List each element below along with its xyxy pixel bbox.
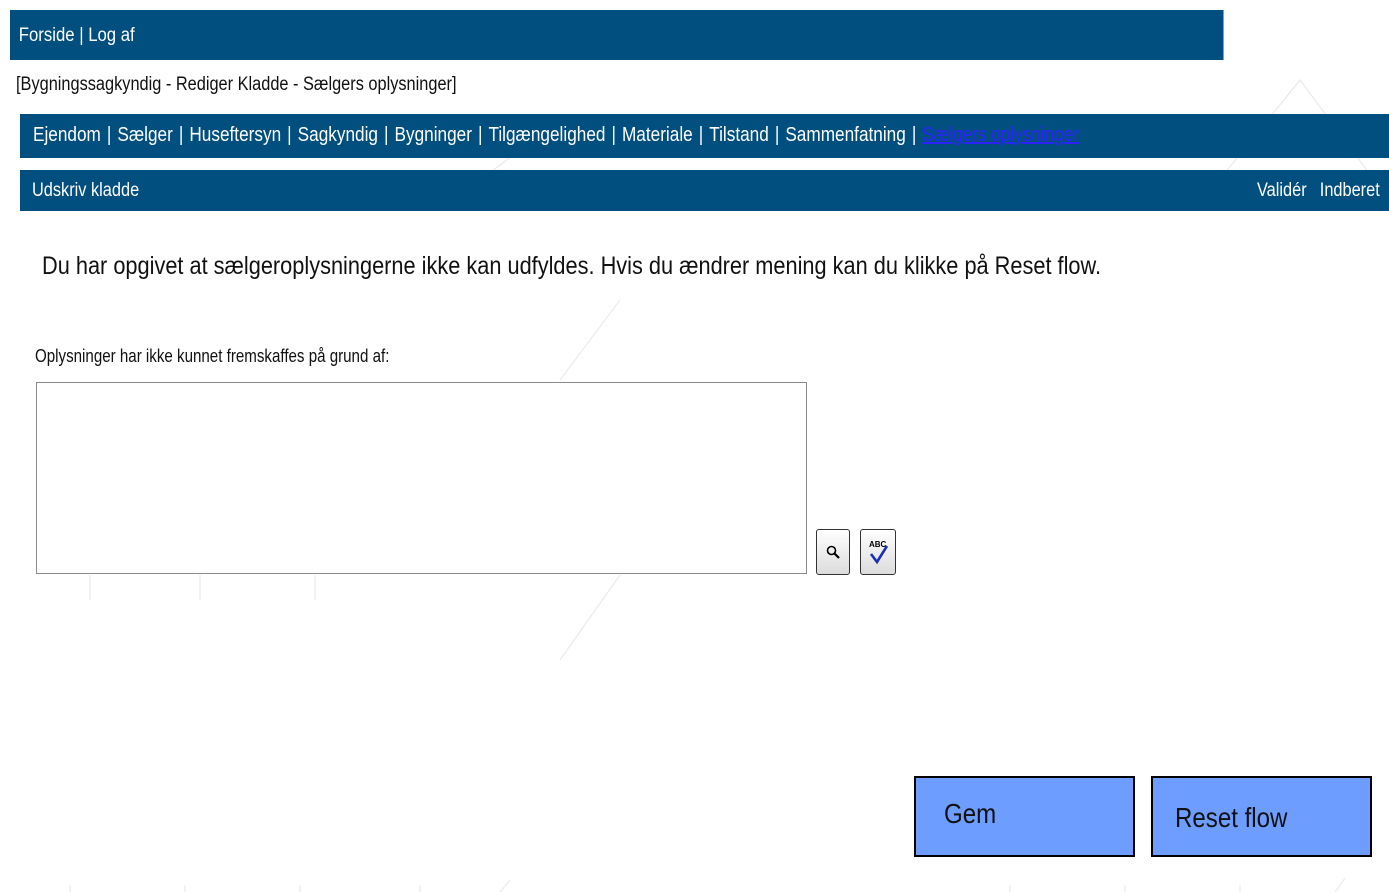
tab-separator: | — [106, 124, 112, 146]
tab-sælger[interactable]: Sælger — [117, 124, 172, 146]
magnifier-icon — [826, 545, 840, 559]
tab-sagkyndig[interactable]: Sagkyndig — [298, 124, 378, 146]
tab-separator: | — [287, 124, 292, 146]
breadcrumb: [Bygningssagkyndig - Rediger Kladde - Sæ… — [16, 74, 457, 95]
tab-tilgængelighed[interactable]: Tilgængelighed — [488, 124, 605, 146]
save-button[interactable]: Gem — [914, 776, 1135, 857]
reason-textarea[interactable] — [36, 382, 807, 574]
submit-link[interactable]: Indberet — [1320, 180, 1380, 201]
help-link[interactable]: Hjælp — [1344, 25, 1388, 46]
info-message: Du har opgivet at sælgeroplysningerne ik… — [42, 252, 1102, 280]
topbar-separator: | — [79, 25, 84, 46]
tab-separator: | — [698, 124, 704, 146]
tab-bygninger[interactable]: Bygninger — [395, 124, 472, 146]
page: Forside | Log af Hjælp [Bygningssagkyndi… — [0, 0, 1389, 892]
tab-huseftersyn[interactable]: Huseftersyn — [189, 124, 281, 146]
reason-label: Oplysninger har ikke kunnet fremskaffes … — [35, 346, 390, 366]
home-link[interactable]: Forside — [19, 25, 75, 46]
tab-sammenfatning[interactable]: Sammenfatning — [785, 124, 905, 146]
zoom-button[interactable] — [816, 529, 850, 575]
section-tabs-bar: Ejendom | Sælger | Huseftersyn | Sagkyndig | Byg… — [20, 114, 1389, 158]
tab-separator: | — [477, 124, 483, 146]
svg-text:ABC: ABC — [869, 540, 887, 549]
tab-separator: | — [178, 124, 184, 146]
tab-separator: | — [384, 124, 389, 146]
save-button-label: Gem — [944, 798, 997, 829]
tab-separator: | — [911, 124, 917, 146]
tab-separator: | — [774, 124, 780, 146]
tab-tilstand[interactable]: Tilstand — [709, 124, 769, 146]
action-bar: Udskriv kladde Validér Indberet — [20, 170, 1389, 211]
print-draft-link[interactable]: Udskriv kladde — [32, 180, 139, 202]
tab-materiale[interactable]: Materiale — [622, 124, 693, 146]
tab-sælgers-oplysninger[interactable]: Sælgers oplysninger — [922, 124, 1079, 146]
reset-flow-button[interactable]: Reset flow — [1151, 776, 1372, 857]
spellcheck-button[interactable]: ABC — [860, 529, 896, 575]
logout-link[interactable]: Log af — [88, 25, 134, 46]
spellcheck-icon: ABC — [869, 540, 889, 565]
tab-ejendom[interactable]: Ejendom — [33, 124, 101, 146]
reset-flow-button-label: Reset flow — [1175, 802, 1288, 833]
tab-separator: | — [611, 124, 616, 146]
validate-link[interactable]: Validér — [1257, 180, 1307, 201]
top-navigation-bar: Forside | Log af Hjælp — [10, 10, 1387, 60]
section-tabs: Ejendom | Sælger | Huseftersyn | Sagkyndig | Byg… — [33, 124, 1079, 147]
